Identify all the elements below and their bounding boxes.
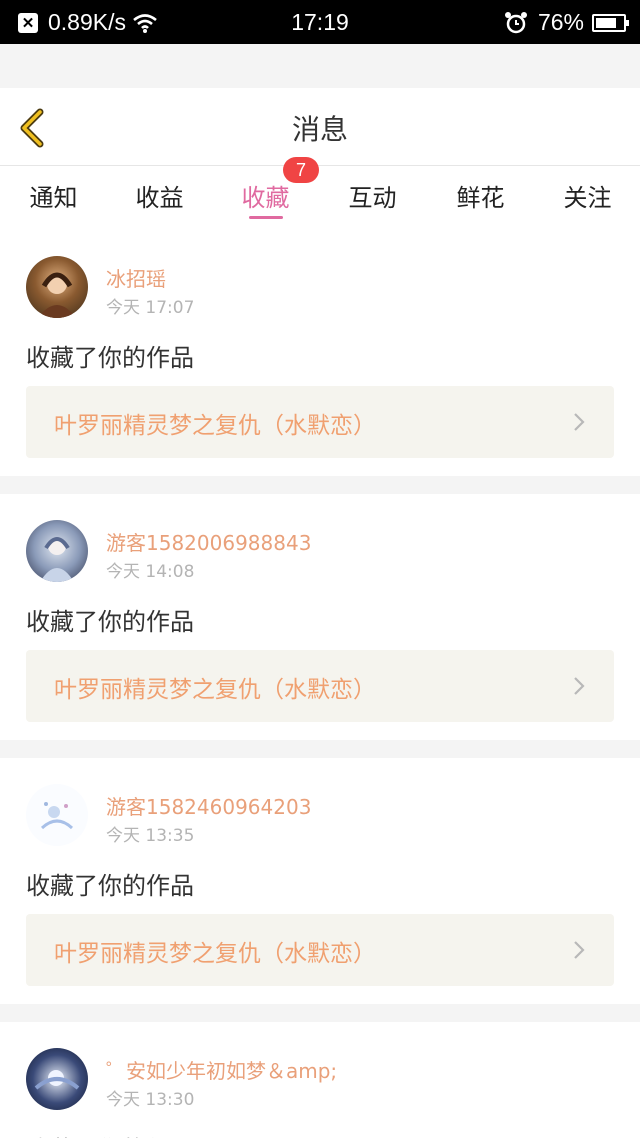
avatar-image <box>40 537 74 582</box>
avatar[interactable] <box>26 784 88 846</box>
action-text: 收藏了你的作品 <box>26 344 194 372</box>
tab-interactions[interactable]: 互动 <box>319 178 426 213</box>
message-card: 游客1582460964203 今天 13:35 收藏了你的作品 叶罗丽精灵梦之… <box>0 758 640 1004</box>
chevron-right-icon <box>574 677 585 695</box>
message-time: 今天 13:30 <box>106 1090 195 1110</box>
work-link[interactable]: 叶罗丽精灵梦之复仇（水默恋） <box>26 650 614 722</box>
tab-earnings[interactable]: 收益 <box>106 178 213 213</box>
username[interactable]: 游客1582460964203 <box>106 791 311 820</box>
action-text: 收藏了你的作品 <box>26 872 194 900</box>
avatar[interactable] <box>26 256 88 318</box>
message-time: 今天 17:07 <box>106 298 195 318</box>
battery-percent: 76% <box>537 9 584 35</box>
page-title: 消息 <box>291 113 348 146</box>
favorites-count-badge: 7 <box>283 157 319 183</box>
active-tab-indicator <box>248 216 283 219</box>
battery-fill <box>596 17 616 28</box>
avatar-image <box>38 272 76 318</box>
username[interactable]: ゜安如少年初如梦＆amp; <box>106 1055 337 1084</box>
work-link[interactable]: 叶罗丽精灵梦之复仇（水默恋） <box>26 914 614 986</box>
battery-icon <box>592 13 629 32</box>
status-right: 76% <box>504 9 629 36</box>
username[interactable]: 游客1582006988843 <box>106 527 311 556</box>
tab-favorites[interactable]: 收藏 <box>212 178 319 219</box>
action-text: 收藏了你的作品 <box>26 608 194 636</box>
work-title: 叶罗丽精灵梦之复仇（水默恋） <box>54 677 376 703</box>
message-card: 冰招瑶 今天 17:07 收藏了你的作品 叶罗丽精灵梦之复仇（水默恋） <box>0 230 640 476</box>
message-time: 今天 13:35 <box>106 826 195 846</box>
avatar-image <box>34 1070 80 1090</box>
tab-notifications[interactable]: 通知 <box>0 178 107 213</box>
message-card: ゜安如少年初如梦＆amp; 今天 13:30 收藏了你的作品 <box>0 1022 640 1138</box>
alarm-icon <box>504 11 527 33</box>
avatar-image <box>40 802 74 830</box>
work-title: 叶罗丽精灵梦之复仇（水默恋） <box>54 413 376 439</box>
username[interactable]: 冰招瑶 <box>106 263 166 292</box>
chevron-right-icon <box>574 413 585 431</box>
work-link[interactable]: 叶罗丽精灵梦之复仇（水默恋） <box>26 386 614 458</box>
avatar[interactable] <box>26 1048 88 1110</box>
app-header: 消息 <box>0 88 640 166</box>
tab-bar: 通知 收益 收藏 互动 鲜花 关注 <box>0 166 640 230</box>
status-bar: ✕ 0.89K/s 17:19 76% <box>0 0 640 44</box>
tab-flowers[interactable]: 鲜花 <box>427 178 534 213</box>
action-text: 收藏了你的作品 <box>26 1130 194 1138</box>
tab-favorites-label: 收藏 <box>241 184 290 212</box>
chevron-right-icon <box>574 941 585 959</box>
work-title: 叶罗丽精灵梦之复仇（水默恋） <box>54 941 376 967</box>
avatar[interactable] <box>26 520 88 582</box>
message-card: 游客1582006988843 今天 14:08 收藏了你的作品 叶罗丽精灵梦之… <box>0 494 640 740</box>
message-time: 今天 14:08 <box>106 562 195 582</box>
tab-follows[interactable]: 关注 <box>534 178 640 213</box>
